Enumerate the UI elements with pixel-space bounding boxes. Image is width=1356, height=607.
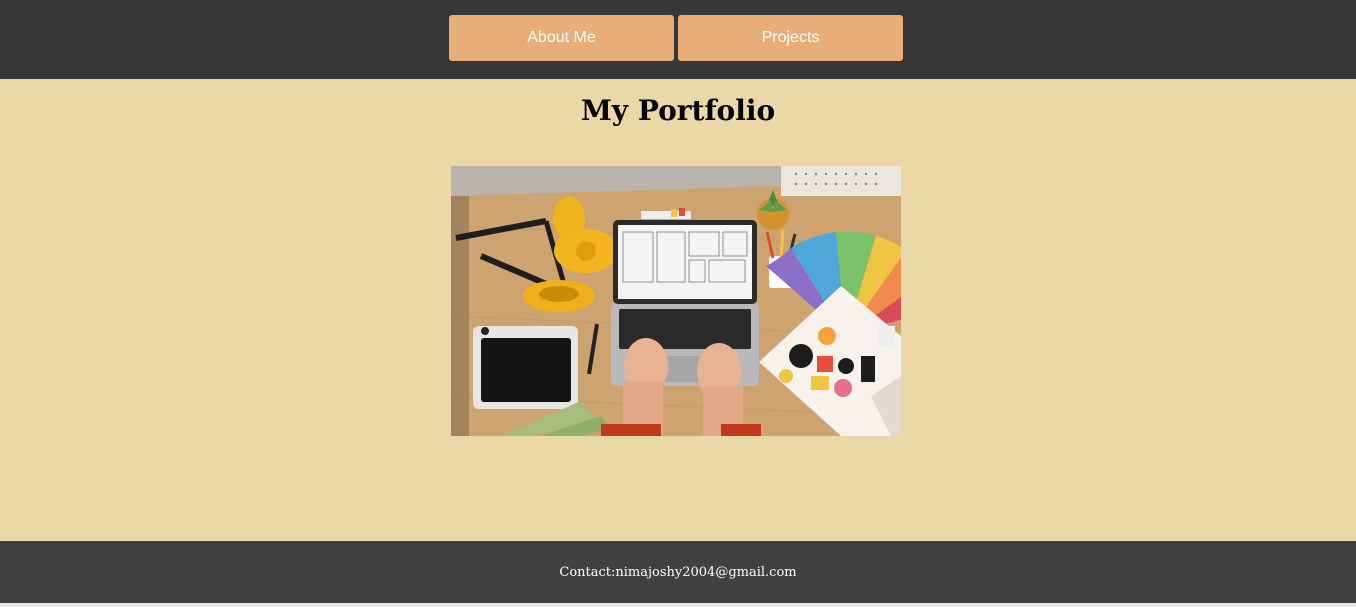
contact-email: Contact:nimajoshy2004@gmail.com [559, 565, 797, 580]
main-content: My Portfolio [0, 79, 1356, 541]
page-title: My Portfolio [580, 94, 776, 127]
projects-button[interactable]: Projects [678, 15, 903, 61]
about-me-button[interactable]: About Me [449, 15, 674, 61]
footer: Contact:nimajoshy2004@gmail.com [0, 541, 1356, 607]
horizontal-scrollbar[interactable] [0, 603, 1356, 607]
top-nav-bar: About Me Projects [0, 0, 1356, 79]
hero-image [451, 166, 901, 436]
